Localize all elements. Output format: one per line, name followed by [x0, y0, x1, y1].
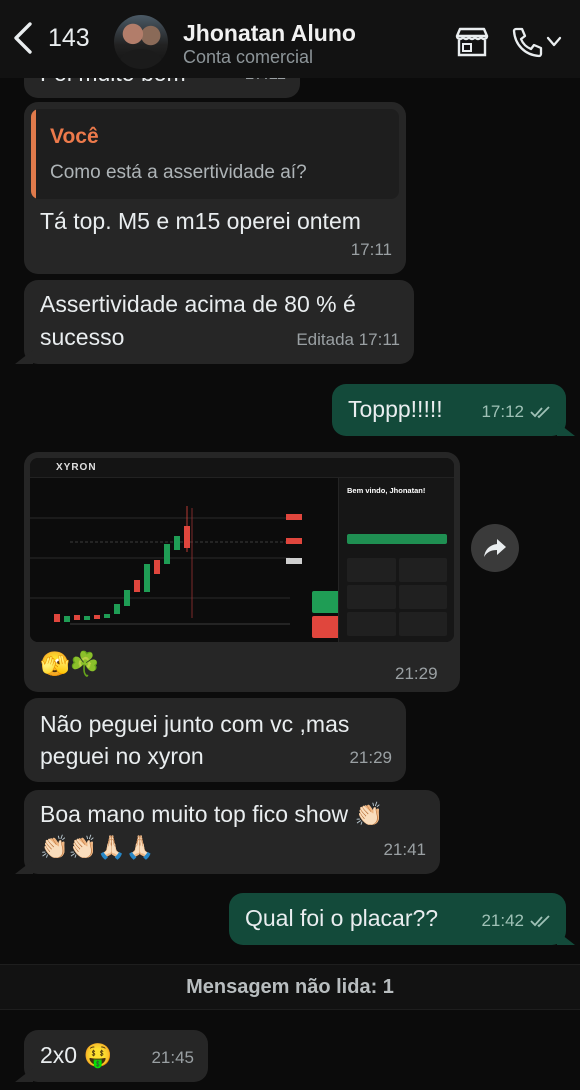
message-time-value: 21:42 [481, 911, 524, 930]
message-time: 17:12 [481, 396, 552, 427]
message-time: 21:29 [395, 664, 438, 683]
screenshot-logo: XYRON [56, 462, 97, 473]
message-time: Editada 17:11 [296, 330, 400, 349]
message-bubble-incoming[interactable]: Assertividade acima de 80 % é sucesso Ed… [15, 280, 414, 364]
message-time: 17:11 [350, 240, 392, 259]
screenshot-chart [30, 478, 338, 642]
bubble-tail [557, 931, 575, 945]
contact-name[interactable]: Jhonatan Aluno [183, 20, 356, 47]
message-text: Tá top. M5 e m15 operei ontem [40, 208, 361, 234]
screenshot-side-button [347, 534, 447, 544]
bubble-tail [15, 1068, 33, 1082]
message-time-value: 17:12 [481, 402, 524, 421]
message-text-line: Não peguei junto com vc ,mas [40, 711, 350, 737]
message-text-line: sucesso [40, 324, 125, 350]
avatar[interactable] [114, 15, 168, 69]
message-time: 21:41 [383, 840, 426, 859]
screenshot-topbar: XYRON [30, 458, 454, 478]
screenshot-side-cell [398, 612, 447, 636]
chat-header: 143 Jhonatan Aluno Conta comercial [0, 0, 580, 78]
forward-icon [484, 539, 506, 557]
message-text: Qual foi o placar?? [245, 905, 439, 931]
message-text-line: peguei no xyron [40, 743, 204, 769]
screenshot-side-grid [347, 558, 447, 636]
message-bubble-incoming[interactable]: Você Como está a assertividade aí? Tá to… [24, 102, 406, 274]
quoted-message[interactable]: Você Como está a assertividade aí? [31, 109, 399, 199]
forward-button[interactable] [471, 524, 519, 572]
message-bubble-incoming[interactable]: Boa mano muito top fico show 👏🏻 👏🏻👏🏻🙏🏻🙏🏻… [15, 790, 440, 874]
bubble-tail [557, 422, 575, 436]
screenshot-side-cell [347, 612, 396, 636]
screenshot-side-cell [398, 558, 447, 582]
chat-screen: Foi muito bom 17:11 Você Como está a ass… [0, 0, 580, 1090]
message-bubble-outgoing[interactable]: Toppp!!!!! 17:12 [332, 384, 575, 436]
quote-accent-bar [31, 109, 36, 199]
bubble-tail [15, 860, 33, 874]
shared-screenshot-image[interactable]: XYRON Bem vindo, Jhonatan! [30, 458, 454, 642]
unread-divider: Mensagem não lida: 1 [0, 964, 580, 1010]
message-bubble-incoming[interactable]: 2x0 🤑 21:45 [15, 1030, 208, 1082]
quote-author: Você [50, 125, 99, 148]
message-text: 2x0 🤑 [40, 1042, 113, 1068]
back-button[interactable]: 143 [8, 20, 90, 56]
unread-divider-text: Mensagem não lida: 1 [186, 975, 394, 998]
message-time: 21:45 [151, 1048, 194, 1067]
screenshot-side-cell [347, 558, 396, 582]
phone-icon[interactable] [510, 26, 544, 58]
double-check-icon [530, 914, 550, 927]
quote-text: Como está a assertividade aí? [50, 162, 307, 183]
contact-subtitle: Conta comercial [183, 47, 314, 67]
screenshot-side-cell [347, 585, 396, 609]
message-time: 21:29 [349, 748, 392, 767]
message-bubble-incoming[interactable]: Não peguei junto com vc ,mas peguei no x… [24, 698, 406, 782]
message-text-line: Boa mano muito top fico show 👏🏻 [40, 801, 384, 827]
message-time: 21:42 [481, 905, 552, 936]
chevron-down-icon[interactable] [546, 36, 562, 48]
message-text-line: Assertividade acima de 80 % é [40, 291, 356, 317]
image-caption: 🫣☘️ [40, 651, 100, 678]
message-text-line: 👏🏻👏🏻🙏🏻🙏🏻 [40, 834, 155, 860]
message-text: Toppp!!!!! [348, 396, 443, 422]
bubble-tail [15, 350, 33, 364]
screenshot-side-cell [398, 585, 447, 609]
unread-count: 143 [48, 23, 90, 52]
message-bubble-outgoing[interactable]: Qual foi o placar?? 21:42 [229, 893, 575, 945]
chevron-left-icon [14, 22, 32, 54]
screenshot-sidepanel: Bem vindo, Jhonatan! [338, 478, 454, 642]
store-icon[interactable] [454, 26, 490, 58]
double-check-icon [530, 405, 550, 418]
screenshot-side-title: Bem vindo, Jhonatan! [347, 486, 426, 495]
